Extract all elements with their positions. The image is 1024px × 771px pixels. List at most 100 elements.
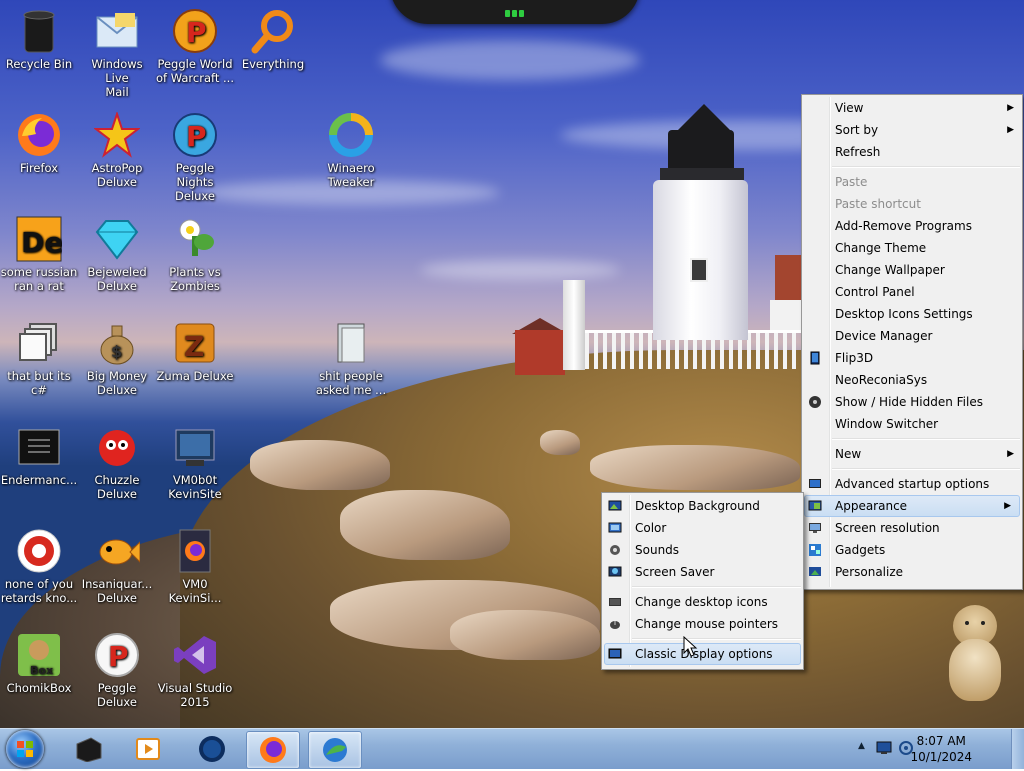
desktop-background-icon <box>608 500 622 511</box>
menu-item-change-wallpaper[interactable]: Change Wallpaper <box>802 259 1022 281</box>
menu-item-window-switcher[interactable]: Window Switcher <box>802 413 1022 435</box>
fish-icon <box>94 528 140 574</box>
chuzzle-icon <box>94 424 140 470</box>
chomikbox-icon: Box <box>16 632 62 678</box>
menu-item-change-desktop-icons[interactable]: Change desktop icons <box>602 591 803 613</box>
gem-icon <box>94 216 140 262</box>
chevron-right-icon: ▶ <box>1007 449 1014 459</box>
plant-icon <box>172 216 218 262</box>
menu-separator <box>632 586 801 588</box>
menu-item-change-theme[interactable]: Change Theme <box>802 237 1022 259</box>
svg-text:P: P <box>186 120 207 153</box>
svg-text:P: P <box>108 640 129 673</box>
menu-item-classic-display-options[interactable]: Classic Display options <box>604 643 801 665</box>
menu-item-advanced-startup-options[interactable]: Advanced startup options <box>802 473 1022 495</box>
menu-item-new[interactable]: New ▶ <box>802 443 1022 465</box>
desktop-icon-some-russian-ran-a-rat[interactable]: De some russian ran a rat <box>0 216 78 293</box>
console-icon <box>16 424 62 470</box>
menu-item-refresh[interactable]: Refresh <box>802 141 1022 163</box>
peggle-icon: P <box>172 112 218 158</box>
peggle-icon: P <box>94 632 140 678</box>
desktop-icon-peggle-nights[interactable]: P Peggle Nights Deluxe <box>156 112 234 203</box>
clock-time: 8:07 AM <box>916 734 966 748</box>
svg-text:De: De <box>21 226 62 259</box>
desktop-context-menu: View ▶ Sort by ▶ Refresh Paste Paste short… <box>801 94 1023 590</box>
vm-icon <box>172 424 218 470</box>
menu-item-view[interactable]: View ▶ <box>802 97 1022 119</box>
menu-item-color[interactable]: Color <box>602 517 803 539</box>
menu-item-add-remove-programs[interactable]: Add-Remove Programs <box>802 215 1022 237</box>
menu-item-gadgets[interactable]: Gadgets <box>802 539 1022 561</box>
menu-separator <box>832 438 1020 440</box>
desktop-icon-firefox[interactable]: Firefox <box>0 112 78 175</box>
menu-item-desktop-icons-settings[interactable]: Desktop Icons Settings <box>802 303 1022 325</box>
desktop-icon-astropop[interactable]: AstroPop Deluxe <box>78 112 156 189</box>
svg-text:$: $ <box>111 342 122 361</box>
show-hidden-icons-icon[interactable]: ▲ <box>858 741 865 751</box>
taskbar-button-internet-download[interactable] <box>308 731 362 769</box>
menu-item-device-manager[interactable]: Device Manager <box>802 325 1022 347</box>
desktop-icon-peggle-world-of-warcraft[interactable]: P Peggle World of Warcraft ... <box>156 8 234 85</box>
recycle-bin-icon <box>16 8 62 54</box>
astropop-icon <box>94 112 140 158</box>
clock[interactable]: 8:07 AM 10/1/2024 <box>910 733 972 765</box>
menu-item-paste-shortcut: Paste shortcut <box>835 197 921 211</box>
firefox-icon <box>260 737 286 763</box>
desktop-icon-chuzzle[interactable]: Chuzzle Deluxe <box>78 424 156 501</box>
disc-icon <box>809 396 821 408</box>
desktop-icon-zuma-deluxe[interactable]: Z Zuma Deluxe <box>156 320 234 383</box>
red-app-icon <box>16 528 62 574</box>
desktop-icon-endermanch[interactable]: Endermanc... <box>0 424 78 487</box>
menu-item-appearance[interactable]: Appearance ▶ <box>804 495 1020 517</box>
show-desktop-button[interactable] <box>1011 729 1024 769</box>
desktop-icon-windows-live-mail[interactable]: Windows Live Mail <box>78 8 156 99</box>
desktop-icon-peggle-deluxe[interactable]: P Peggle Deluxe <box>78 632 156 709</box>
personalize-icon <box>809 567 821 576</box>
menu-item-flip3d[interactable]: Flip3D <box>802 347 1022 369</box>
menu-item-change-mouse-pointers[interactable]: Change mouse pointers <box>602 613 803 635</box>
magnifier-icon <box>250 8 296 54</box>
menu-item-control-panel[interactable]: Control Panel <box>802 281 1022 303</box>
menu-item-desktop-background[interactable]: Desktop Background <box>602 495 803 517</box>
display-icon[interactable] <box>876 741 892 755</box>
globe-icon <box>199 736 225 762</box>
menu-item-personalize[interactable]: Personalize <box>802 561 1022 583</box>
status-leds <box>505 6 527 17</box>
color-icon <box>608 522 622 533</box>
desktop-icon-plants-vs-zombies[interactable]: Plants vs Zombies <box>156 216 234 293</box>
desktop-icon-that-but-its-csharp[interactable]: that but its c# <box>0 320 78 397</box>
menu-item-show-hide-hidden-files[interactable]: Show / Hide Hidden Files <box>802 391 1022 413</box>
desktop-icon-none-of-you[interactable]: none of you retards kno... <box>0 528 78 605</box>
start-button[interactable] <box>6 730 44 768</box>
desktop-icon-insaniquarium[interactable]: Insaniquar... Deluxe <box>78 528 156 605</box>
menu-item-sort-by[interactable]: Sort by ▶ <box>802 119 1022 141</box>
desktop-icon-recycle-bin[interactable]: Recycle Bin <box>0 8 78 71</box>
hamster-gadget[interactable] <box>945 605 1005 705</box>
desktop-icon-winaero-tweaker[interactable]: Winaero Tweaker <box>312 112 390 189</box>
desktop-icon-visual-studio-2015[interactable]: Visual Studio 2015 <box>156 632 234 709</box>
desktop-icon-bejeweled[interactable]: Bejeweled Deluxe <box>78 216 156 293</box>
svg-text:P: P <box>186 16 207 49</box>
desktop-icon-chomikbox[interactable]: Box ChomikBox <box>0 632 78 695</box>
menu-item-screen-resolution[interactable]: Screen resolution <box>802 517 1022 539</box>
desktop-icon-everything[interactable]: Everything <box>234 8 312 71</box>
gadgets-icon <box>809 544 821 556</box>
taskbar-button-media-player[interactable] <box>122 731 174 767</box>
menu-item-sounds[interactable]: Sounds <box>602 539 803 561</box>
classic-display-icon <box>608 648 622 659</box>
menu-item-neoreconiasys[interactable]: NeoReconiaSys <box>802 369 1022 391</box>
taskbar-button-globe[interactable] <box>186 731 238 767</box>
menu-item-screen-saver[interactable]: Screen Saver <box>602 561 803 583</box>
mouse-icon <box>610 621 620 629</box>
chevron-right-icon: ▶ <box>1007 125 1014 135</box>
desktop-icon-big-money[interactable]: $ Big Money Deluxe <box>78 320 156 397</box>
taskbar-button-firefox[interactable] <box>246 731 300 769</box>
desktop-icon-vm0-kevinsite[interactable]: VM0 KevinSi... <box>156 528 234 605</box>
firefox-icon <box>16 112 62 158</box>
desktop-icon-shit-people-asked-me[interactable]: shit people asked me ... <box>312 320 390 397</box>
desktop-icons-icon <box>609 598 621 606</box>
svg-text:Z: Z <box>184 330 204 363</box>
taskbar-button-blackbox[interactable] <box>62 731 114 767</box>
mail-icon <box>94 8 140 54</box>
desktop-icon-vm0b0t-kevinsite[interactable]: VM0b0t KevinSite <box>156 424 234 501</box>
